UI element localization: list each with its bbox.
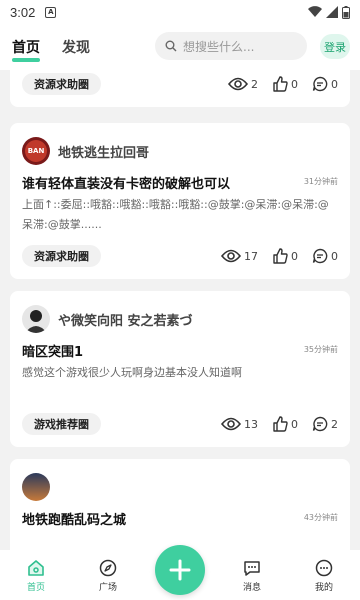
post-card[interactable]: 地铁跑酷乱码之城 43分钟前 <box>10 459 350 550</box>
comment-icon <box>312 248 328 264</box>
thumbs-up-icon <box>273 76 288 92</box>
post-title[interactable]: 地铁跑酷乱码之城 <box>22 509 126 528</box>
post-header: BAN 地铁逃生拉回哥 <box>22 137 149 165</box>
comment-icon <box>312 416 328 432</box>
post-header: や微笑向阳 安之若素づ <box>22 305 193 333</box>
post-footer: 资源求助圈 17 0 0 <box>22 245 338 267</box>
comment-button[interactable]: 0 <box>312 76 338 92</box>
post-footer: 资源求助圈 2 0 0 <box>22 73 338 95</box>
comment-icon <box>312 76 328 92</box>
author-name[interactable]: 地铁逃生拉回哥 <box>58 142 149 161</box>
author-name[interactable]: や微笑向阳 安之若素づ <box>58 310 193 329</box>
eye-icon <box>228 77 248 91</box>
view-count: 13 <box>221 417 258 431</box>
avatar[interactable]: BAN <box>22 137 50 165</box>
tab-home[interactable]: 首页 <box>12 37 40 62</box>
compass-icon <box>99 559 117 576</box>
post-tag[interactable]: 游戏推荐圈 <box>22 413 101 435</box>
post-time: 43分钟前 <box>303 513 338 522</box>
home-icon <box>28 559 44 576</box>
search-input[interactable]: 想搜些什么... <box>155 32 307 60</box>
nav-home[interactable]: 首页 <box>0 550 72 600</box>
post-title[interactable]: 谁有轻体直装没有卡密的破解也可以 <box>22 173 230 192</box>
signal-icon <box>326 6 338 18</box>
profile-icon <box>315 559 333 576</box>
post-feed[interactable]: 资源求助圈 2 0 0 BAN 地铁逃生拉回哥 谁有轻体直装没有卡密的破解也可以… <box>0 70 360 550</box>
avatar[interactable] <box>22 473 50 501</box>
wifi-icon <box>308 6 322 18</box>
battery-icon <box>342 5 350 19</box>
eye-icon <box>221 417 241 431</box>
status-time: 3:02 <box>10 4 36 20</box>
post-footer: 游戏推荐圈 13 0 2 <box>22 413 338 435</box>
post-title[interactable]: 暗区突围1 <box>22 341 83 360</box>
post-body[interactable]: 感觉这个游戏很少人玩啊身边基本没人知道啊 <box>22 363 338 383</box>
post-time: 31分钟前 <box>303 177 338 186</box>
nav-square[interactable]: 广场 <box>72 550 144 600</box>
avatar-image <box>25 310 47 333</box>
plus-icon <box>169 559 191 581</box>
eye-icon <box>221 249 241 263</box>
login-button[interactable]: 登录 <box>320 34 350 59</box>
avatar[interactable] <box>22 305 50 333</box>
message-icon <box>244 560 260 576</box>
notification-icon: A <box>45 6 57 18</box>
post-time: 35分钟前 <box>303 345 338 354</box>
nav-profile[interactable]: 我的 <box>288 550 360 600</box>
create-post-button[interactable] <box>155 545 205 595</box>
post-tag[interactable]: 资源求助圈 <box>22 73 101 95</box>
top-nav: 首页 发现 想搜些什么... 登录 <box>0 24 360 70</box>
thumbs-up-icon <box>273 416 288 432</box>
status-bar: 3:02 A <box>0 0 360 24</box>
thumbs-up-icon <box>273 248 288 264</box>
search-icon <box>165 40 177 52</box>
post-card[interactable]: BAN 地铁逃生拉回哥 谁有轻体直装没有卡密的破解也可以 31分钟前 上面↑::… <box>10 123 350 279</box>
view-count: 2 <box>228 77 258 91</box>
view-count: 17 <box>221 249 258 263</box>
like-button[interactable]: 0 <box>272 416 298 432</box>
comment-button[interactable]: 2 <box>312 416 338 432</box>
like-button[interactable]: 0 <box>272 76 298 92</box>
search-placeholder: 想搜些什么... <box>183 39 255 54</box>
nav-messages[interactable]: 消息 <box>216 550 288 600</box>
post-card[interactable]: や微笑向阳 安之若素づ 暗区突围1 35分钟前 感觉这个游戏很少人玩啊身边基本没… <box>10 291 350 447</box>
tab-discover[interactable]: 发现 <box>62 37 90 57</box>
post-header <box>22 473 50 501</box>
post-card[interactable]: 资源求助圈 2 0 0 <box>10 70 350 107</box>
comment-button[interactable]: 0 <box>312 248 338 264</box>
like-button[interactable]: 0 <box>272 248 298 264</box>
post-tag[interactable]: 资源求助圈 <box>22 245 101 267</box>
post-body[interactable]: 上面↑::委屈::哦豁::哦豁::哦豁::哦豁::@鼓掌:@呆滞:@呆滞:@呆滞… <box>22 195 338 235</box>
